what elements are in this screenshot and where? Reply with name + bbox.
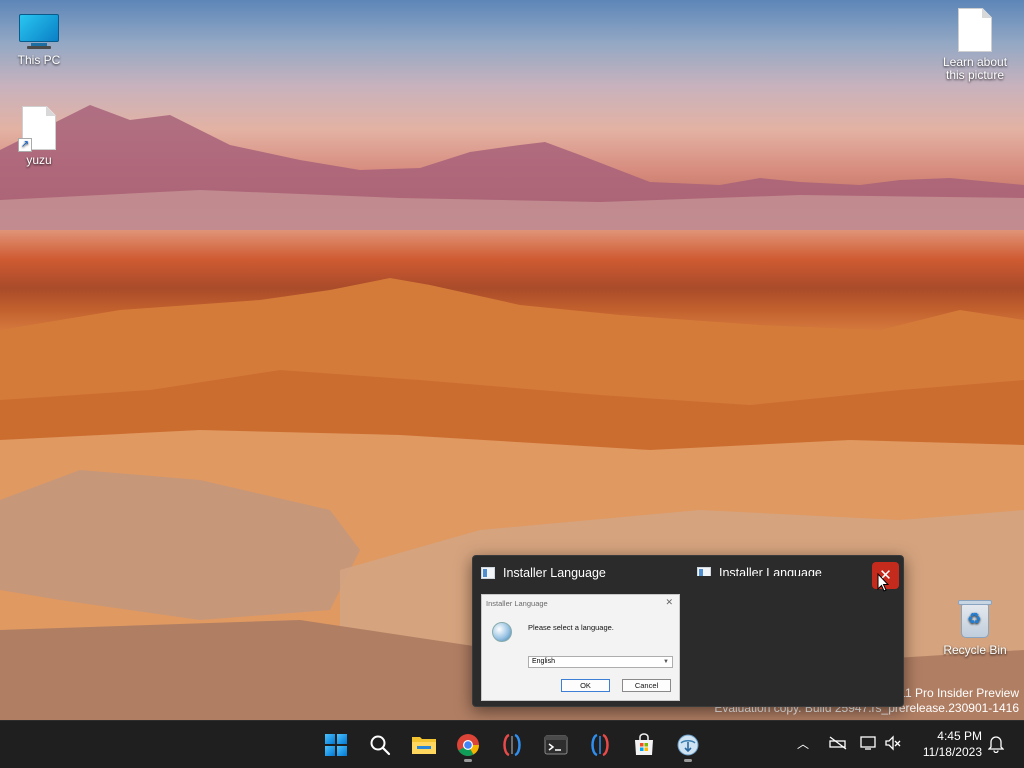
volume-muted-icon[interactable]	[884, 735, 902, 751]
terminal-icon	[544, 735, 568, 755]
installer-globe-icon	[492, 622, 512, 642]
desktop-icon-learn-about-picture[interactable]: Learn about this picture	[938, 8, 1012, 82]
desktop-icon-label: Learn about this picture	[942, 55, 1008, 82]
file-icon	[958, 8, 992, 52]
chrome-icon	[457, 734, 479, 756]
close-icon: ✕	[665, 597, 673, 607]
desktop-icon-label: Recycle Bin	[943, 643, 1007, 657]
desktop-icon-recycle-bin[interactable]: ♻ Recycle Bin	[940, 598, 1010, 657]
microsoft-store-button[interactable]	[624, 727, 664, 763]
microsoft-store-icon	[635, 733, 653, 755]
terminal-button[interactable]	[536, 727, 576, 763]
ok-button: OK	[561, 679, 610, 692]
desktop-icon-label: yuzu	[26, 153, 52, 167]
display-icon[interactable]	[860, 735, 878, 751]
taskbar-thumbnail-popup: Installer Language Installer Language ✕ …	[472, 555, 904, 707]
network-disconnected-icon[interactable]	[828, 735, 848, 751]
desktop-icon-yuzu[interactable]: ↗ yuzu	[4, 106, 74, 167]
thumbnail-window-2-header[interactable]: Installer Language	[697, 566, 822, 580]
window-app-icon	[697, 567, 711, 576]
cancel-button: Cancel	[622, 679, 671, 692]
app-button-1[interactable]	[492, 727, 532, 763]
start-icon	[325, 734, 347, 756]
language-select: English ▼	[528, 656, 673, 668]
clock-time: 4:45 PM	[937, 729, 982, 743]
app-icon-blue-red	[591, 733, 609, 757]
window-app-icon	[481, 567, 495, 579]
thumbnail-preview-dialog[interactable]: Installer Language ✕ Please select a lan…	[481, 594, 680, 701]
chrome-button[interactable]	[448, 727, 488, 763]
recycle-bin-icon: ♻	[957, 598, 993, 640]
desktop-icon-label: This PC	[17, 53, 61, 67]
installer-icon	[677, 734, 699, 756]
mouse-cursor-icon	[877, 573, 889, 592]
start-button[interactable]	[316, 727, 356, 763]
file-explorer-icon	[412, 737, 436, 754]
watermark-line-1: 11 Pro Insider Preview	[899, 686, 1019, 700]
search-icon	[370, 735, 391, 756]
thumbnail-window-2-title: Installer Language	[719, 566, 822, 580]
wallpaper-mountains	[0, 105, 1024, 230]
file-shortcut-icon: ↗	[18, 106, 56, 152]
chevron-down-icon: ▼	[663, 659, 669, 665]
app-icon-red-blue	[503, 733, 521, 757]
search-button[interactable]	[360, 727, 400, 763]
clock-date: 11/18/2023	[922, 745, 982, 759]
thumbnail-window-1-title: Installer Language	[503, 566, 606, 580]
installer-button[interactable]	[668, 727, 708, 763]
chevron-up-icon[interactable]: ︿	[797, 735, 809, 752]
file-explorer-button[interactable]	[404, 727, 444, 763]
language-select-value: English	[532, 658, 555, 665]
preview-dialog-prompt: Please select a language.	[528, 623, 614, 632]
preview-dialog-title: Installer Language	[486, 599, 548, 608]
taskbar-clock[interactable]: 4:45 PM 11/18/2023	[912, 728, 982, 760]
desktop-icon-this-pc[interactable]: This PC	[4, 12, 74, 67]
monitor-icon	[17, 12, 61, 50]
app-button-2[interactable]	[580, 727, 620, 763]
notification-bell-icon[interactable]	[988, 735, 1004, 753]
thumbnail-window-1-header[interactable]: Installer Language	[481, 566, 606, 580]
